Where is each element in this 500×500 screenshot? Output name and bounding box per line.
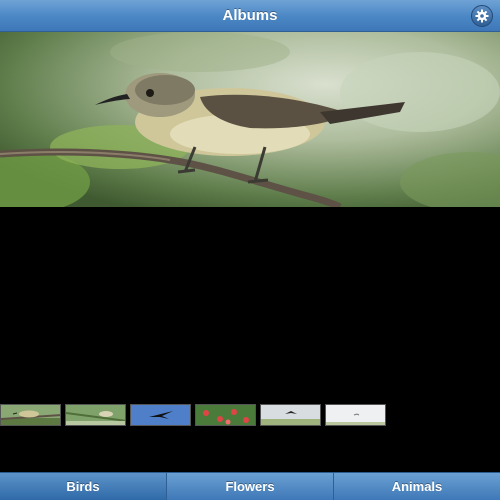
tab-birds[interactable]: Birds [0,473,167,500]
thumb-bird-grass[interactable] [65,404,126,426]
main-photo[interactable] [0,32,500,207]
thumbnail-strip [0,404,500,426]
bird-icon [131,405,190,425]
bird-icon [1,405,60,425]
tab-label: Flowers [225,479,275,494]
thumb-flowers[interactable] [195,404,256,426]
tab-animals[interactable]: Animals [334,473,500,500]
tab-label: Animals [391,479,443,494]
settings-button[interactable] [471,5,493,27]
tab-flowers[interactable]: Flowers [167,473,334,500]
flower-icon [196,405,255,425]
bottom-tab-bar: Birds Flowers Animals [0,472,500,500]
tab-label: Birds [66,479,100,494]
page-title: Albums [222,7,278,24]
thumb-bird-sky[interactable] [130,404,191,426]
bird-icon [66,405,125,425]
gear-icon [475,9,489,23]
thumb-bird-branch[interactable] [0,404,61,426]
thumb-bird-field[interactable] [260,404,321,426]
bird-icon [261,405,320,425]
thumb-white-field[interactable] [325,404,386,426]
viewer-background [0,207,500,472]
bird-icon [326,405,385,425]
header-bar: Albums [0,0,500,32]
